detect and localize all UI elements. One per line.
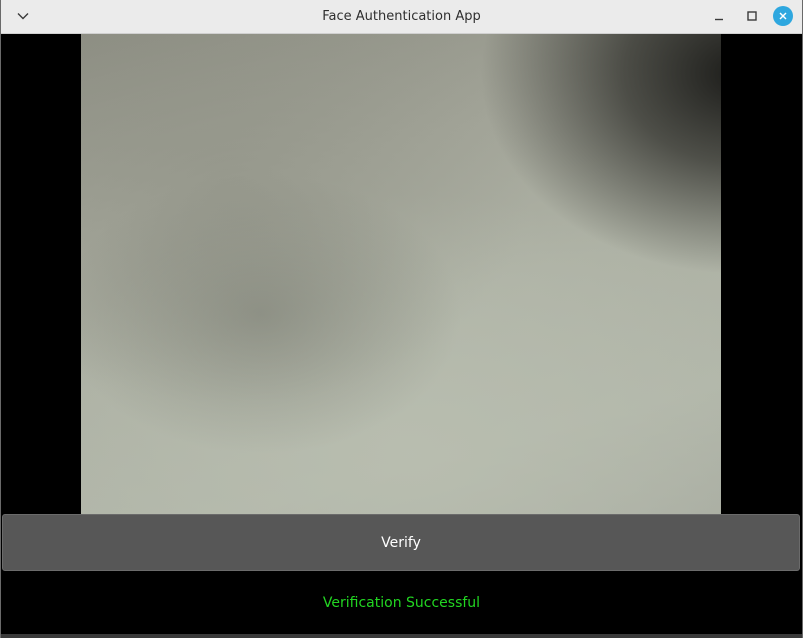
status-message: Verification Successful <box>1 572 802 634</box>
minimize-icon <box>715 18 723 21</box>
title-bar[interactable]: Face Authentication App <box>1 0 802 34</box>
verify-button[interactable]: Verify <box>2 514 800 571</box>
maximize-button[interactable] <box>742 6 762 26</box>
window-bottom-edge <box>1 634 802 638</box>
maximize-icon <box>747 11 757 21</box>
app-window: Face Authentication App Verify Verificat… <box>0 0 803 638</box>
camera-area <box>1 34 802 514</box>
close-button[interactable] <box>773 6 793 26</box>
minimize-button[interactable] <box>709 6 729 26</box>
close-icon <box>779 12 787 20</box>
window-title: Face Authentication App <box>322 9 481 24</box>
camera-feed <box>81 34 721 514</box>
